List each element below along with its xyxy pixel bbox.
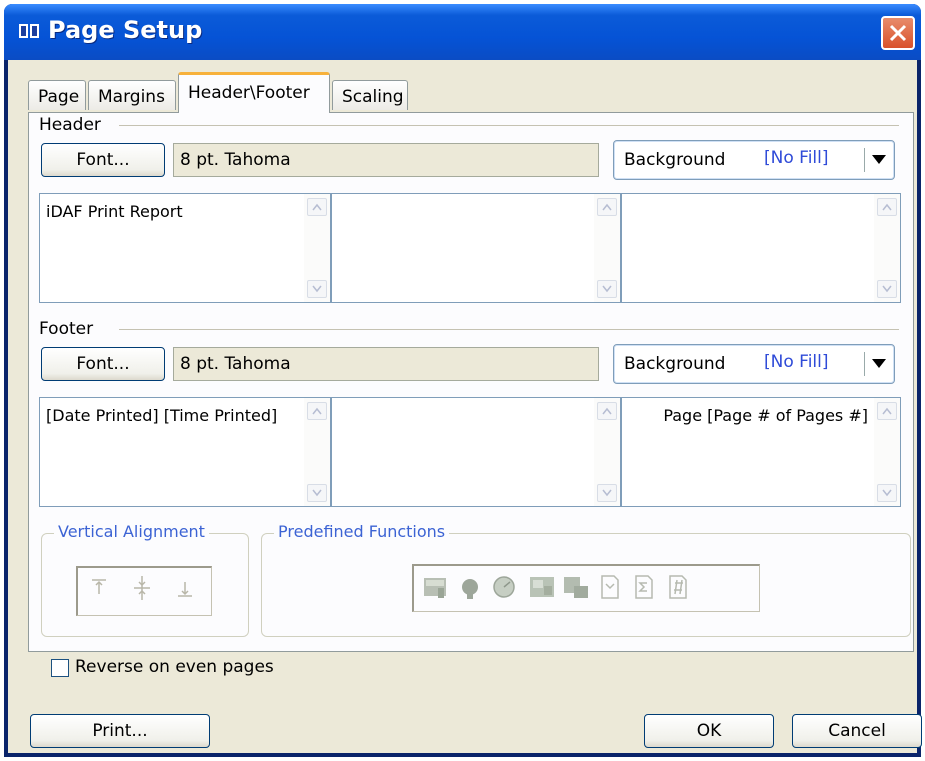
page-setup-window: Page Setup Page Margins Header\Footer Sc… (4, 4, 922, 757)
scroll-up-button[interactable] (597, 198, 617, 216)
scroll-down-button[interactable] (877, 280, 897, 298)
footer-center-textarea[interactable] (332, 398, 620, 506)
footer-right-textarea[interactable]: Page [Page # of Pages #] (622, 398, 900, 506)
reverse-even-pages-label: Reverse on even pages (75, 657, 274, 677)
chevron-up-icon (602, 407, 612, 415)
header-font-button[interactable]: Font... (41, 143, 165, 177)
cancel-button[interactable]: Cancel (792, 714, 922, 748)
sum-icon[interactable] (635, 575, 653, 599)
scroll-up-button[interactable] (597, 402, 617, 420)
footer-background-value: [No Fill] (764, 352, 829, 372)
scroll-down-button[interactable] (307, 484, 327, 502)
functions-toolbar (412, 564, 760, 612)
chevron-up-icon (312, 203, 322, 211)
header-divider (119, 125, 899, 126)
scroll-down-button[interactable] (307, 280, 327, 298)
tab-margins[interactable]: Margins (88, 80, 176, 110)
dropdown-separator (864, 148, 865, 172)
chevron-up-icon (312, 407, 322, 415)
header-background-value: [No Fill] (764, 148, 829, 168)
chevron-down-icon (882, 285, 892, 293)
chevron-up-icon (602, 203, 612, 211)
scrollbar[interactable] (304, 194, 330, 302)
header-center-textarea[interactable] (332, 194, 620, 302)
scroll-up-button[interactable] (307, 198, 327, 216)
function-icons (424, 575, 687, 599)
align-middle-icon[interactable] (134, 576, 150, 600)
chevron-down-icon (882, 489, 892, 497)
footer-font-button[interactable]: Font... (41, 347, 165, 381)
window-title: Page Setup (48, 16, 203, 44)
align-bottom-icon[interactable] (178, 582, 192, 597)
footer-right-text: Page [Page # of Pages #] (663, 406, 868, 425)
header-text-areas: iDAF Print Report (39, 193, 901, 303)
time-icon[interactable] (462, 579, 478, 599)
scroll-down-button[interactable] (597, 484, 617, 502)
tab-margins-label: Margins (98, 87, 165, 107)
scroll-up-button[interactable] (877, 198, 897, 216)
tab-header-footer-label: Header\Footer (188, 83, 310, 103)
number-icon[interactable] (669, 575, 687, 599)
footer-background-label: Background (624, 354, 726, 374)
header-background-label: Background (624, 150, 726, 170)
footer-left-textarea[interactable]: [Date Printed] [Time Printed] (40, 398, 330, 506)
footer-font-value: 8 pt. Tahoma (173, 347, 599, 381)
scroll-down-button[interactable] (597, 280, 617, 298)
print-button[interactable]: Print... (30, 714, 210, 748)
scroll-up-button[interactable] (877, 402, 897, 420)
chevron-down-icon[interactable] (872, 359, 886, 368)
close-icon (889, 24, 907, 42)
header-background-dropdown[interactable]: Background [No Fill] (613, 140, 895, 180)
tab-scaling-label: Scaling (342, 87, 404, 107)
header-section-label: Header (39, 115, 107, 135)
header-footer-panel: Header Font... 8 pt. Tahoma Background [… (28, 112, 914, 677)
chevron-down-icon[interactable] (872, 155, 886, 164)
footer-background-dropdown[interactable]: Background [No Fill] (613, 344, 895, 384)
function-page-icon[interactable] (601, 575, 619, 599)
dialog-body: Page Margins Header\Footer Scaling Heade… (8, 60, 922, 753)
book-icon (18, 22, 40, 40)
align-top-icon[interactable] (92, 579, 106, 594)
header-font-value: 8 pt. Tahoma (173, 143, 599, 177)
vertical-alignment-label: Vertical Alignment (54, 522, 209, 541)
header-left-textarea[interactable]: iDAF Print Report (40, 194, 330, 302)
alignment-toolbar (76, 566, 212, 616)
chevron-up-icon (882, 407, 892, 415)
footer-left-text: [Date Printed] [Time Printed] (46, 406, 278, 425)
scrollbar[interactable] (594, 398, 620, 506)
chevron-up-icon (882, 203, 892, 211)
title-bar[interactable]: Page Setup (4, 4, 921, 60)
tab-page-label: Page (38, 87, 80, 107)
vertical-alignment-group: Vertical Alignment (41, 522, 249, 637)
tab-header-footer[interactable]: Header\Footer (178, 72, 330, 113)
predefined-functions-group: Predefined Functions (261, 522, 911, 637)
page-number-icon[interactable] (530, 577, 554, 597)
scrollbar[interactable] (874, 194, 900, 302)
tab-page[interactable]: Page (28, 80, 86, 110)
tab-scaling[interactable]: Scaling (332, 80, 408, 110)
header-left-text: iDAF Print Report (46, 202, 183, 221)
predefined-functions-label: Predefined Functions (274, 522, 450, 541)
ok-button[interactable]: OK (644, 714, 774, 748)
reverse-even-pages-checkbox[interactable] (51, 659, 69, 677)
chevron-down-icon (312, 285, 322, 293)
chevron-down-icon (312, 489, 322, 497)
scroll-down-button[interactable] (877, 484, 897, 502)
scroll-up-button[interactable] (307, 402, 327, 420)
chevron-down-icon (602, 285, 612, 293)
footer-text-areas: [Date Printed] [Time Printed] Page [Page… (39, 397, 901, 507)
header-right-textarea[interactable] (622, 194, 900, 302)
alignment-icons (92, 576, 192, 600)
total-pages-icon[interactable] (564, 577, 588, 598)
clock-icon[interactable] (493, 576, 515, 598)
footer-divider (119, 329, 899, 330)
chevron-down-icon (602, 489, 612, 497)
scrollbar[interactable] (594, 194, 620, 302)
scrollbar[interactable] (874, 398, 900, 506)
date-printed-icon[interactable] (424, 578, 446, 598)
scrollbar[interactable] (304, 398, 330, 506)
close-button[interactable] (881, 16, 915, 50)
dropdown-separator (864, 352, 865, 376)
footer-section-label: Footer (39, 319, 100, 339)
